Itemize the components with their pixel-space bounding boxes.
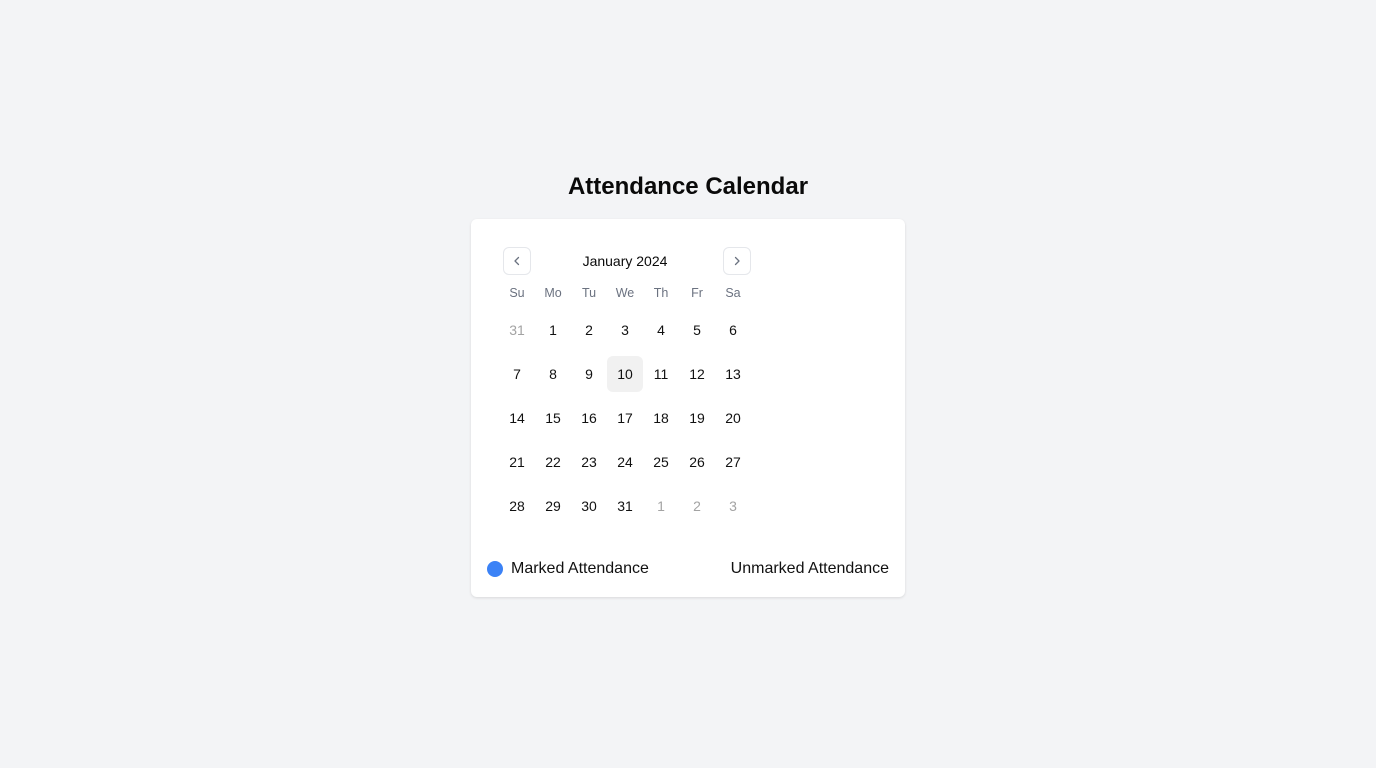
calendar: January 2024 Su Mo Tu We Th Fr Sa 31 1 2 3 4… [499, 247, 751, 524]
calendar-day[interactable]: 18 [643, 400, 679, 436]
calendar-day[interactable]: 24 [607, 444, 643, 480]
month-label: January 2024 [582, 253, 668, 269]
legend: Marked Attendance Unmarked Attendance [487, 559, 889, 579]
calendar-day-outside[interactable]: 31 [499, 312, 535, 348]
weekday-label: Th [653, 286, 669, 300]
calendar-day[interactable]: 17 [607, 400, 643, 436]
chevron-right-icon [734, 256, 740, 266]
calendar-day-outside[interactable]: 2 [679, 488, 715, 524]
legend-unmarked: Unmarked Attendance [731, 559, 889, 579]
calendar-day[interactable]: 15 [535, 400, 571, 436]
legend-marked-label: Marked Attendance [511, 560, 649, 577]
page-title: Attendance Calendar [567, 173, 809, 200]
calendar-day-outside[interactable]: 1 [643, 488, 679, 524]
calendar-day[interactable]: 9 [571, 356, 607, 392]
calendar-day[interactable]: 27 [715, 444, 751, 480]
calendar-day[interactable]: 13 [715, 356, 751, 392]
calendar-day[interactable]: 25 [643, 444, 679, 480]
legend-unmarked-label: Unmarked Attendance [730, 560, 889, 577]
calendar-day[interactable]: 4 [643, 312, 679, 348]
weekday-header-row: Su Mo Tu We Th Fr Sa [499, 284, 751, 302]
weekday-label: Tu [581, 286, 597, 300]
weekday-label: Su [509, 286, 525, 300]
calendar-day[interactable]: 14 [499, 400, 535, 436]
attendance-card: January 2024 Su Mo Tu We Th Fr Sa 31 1 2 3 4… [471, 219, 905, 597]
calendar-day[interactable]: 11 [643, 356, 679, 392]
calendar-day-outside[interactable]: 3 [715, 488, 751, 524]
calendar-day[interactable]: 16 [571, 400, 607, 436]
weekday-label: Sa [725, 286, 741, 300]
calendar-day[interactable]: 12 [679, 356, 715, 392]
weekday-label: Mo [544, 286, 562, 300]
weekday-label: Fr [691, 286, 703, 300]
calendar-day[interactable]: 3 [607, 312, 643, 348]
chevron-left-icon [514, 256, 520, 266]
calendar-day[interactable]: 22 [535, 444, 571, 480]
weekday-label: We [615, 286, 635, 300]
calendar-day[interactable]: 1 [535, 312, 571, 348]
calendar-day[interactable]: 28 [499, 488, 535, 524]
previous-month-button[interactable] [503, 247, 531, 275]
calendar-day[interactable]: 5 [679, 312, 715, 348]
days-grid: 31 1 2 3 4 5 6 7 8 9 10 11 12 13 14 15 16 17 18 19 20 21 22 23 2… [499, 312, 751, 524]
calendar-day[interactable]: 7 [499, 356, 535, 392]
calendar-day[interactable]: 23 [571, 444, 607, 480]
calendar-day[interactable]: 8 [535, 356, 571, 392]
calendar-header: January 2024 [499, 247, 751, 275]
calendar-day[interactable]: 21 [499, 444, 535, 480]
calendar-day[interactable]: 30 [571, 488, 607, 524]
calendar-day[interactable]: 31 [607, 488, 643, 524]
calendar-day[interactable]: 6 [715, 312, 751, 348]
calendar-day[interactable]: 20 [715, 400, 751, 436]
calendar-day[interactable]: 29 [535, 488, 571, 524]
calendar-day[interactable]: 2 [571, 312, 607, 348]
marked-attendance-dot [487, 561, 503, 577]
calendar-day-today[interactable]: 10 [607, 356, 643, 392]
calendar-day[interactable]: 26 [679, 444, 715, 480]
legend-marked: Marked Attendance [487, 559, 649, 579]
next-month-button[interactable] [723, 247, 751, 275]
calendar-day[interactable]: 19 [679, 400, 715, 436]
